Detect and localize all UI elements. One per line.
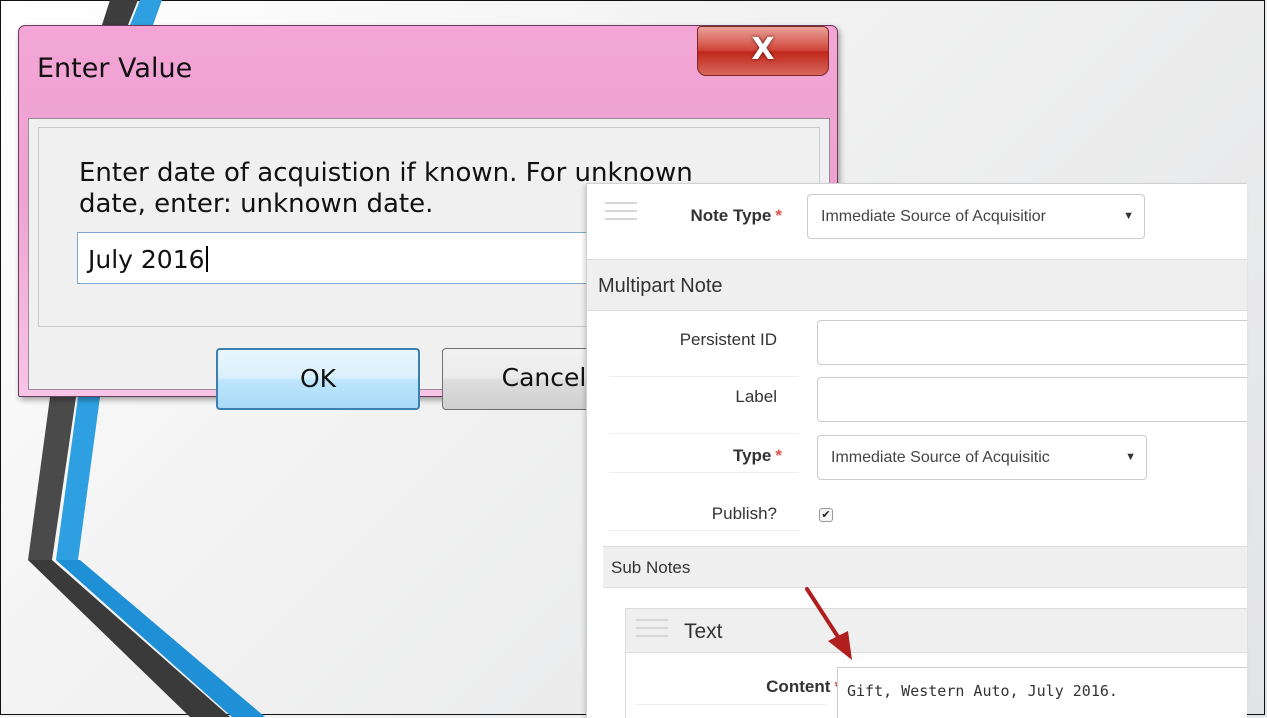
row-divider — [636, 704, 826, 705]
text-caret — [205, 246, 208, 272]
content-value: Gift, Western Auto, July 2016. — [847, 682, 1118, 700]
persistent-id-input[interactable] — [817, 320, 1247, 365]
note-type-value: Immediate Source of Acquisitior — [821, 208, 1046, 225]
required-star: * — [775, 206, 782, 225]
row-divider — [609, 433, 799, 434]
note-type-label: Note Type * — [690, 206, 782, 225]
row-divider — [609, 472, 799, 473]
ok-button[interactable]: OK — [216, 348, 420, 410]
content-textarea[interactable]: Gift, Western Auto, July 2016. — [837, 667, 1247, 718]
row-divider — [609, 376, 799, 377]
row-divider — [609, 530, 799, 531]
type-label: Type * — [732, 446, 782, 465]
dialog-title: Enter Value — [37, 53, 193, 84]
text-subnote-header: Text — [626, 609, 1247, 653]
sub-notes-header: Sub Notes — [603, 546, 1247, 588]
note-form-panel: Note Type * Immediate Source of Acquisiti… — [586, 183, 1247, 718]
persistent-id-label: Persistent ID — [679, 330, 777, 349]
value-input-text: July 2016 — [88, 245, 205, 274]
required-star: * — [775, 446, 782, 465]
label-field-label: Label — [735, 387, 777, 406]
type-value: Immediate Source of Acquisitic — [831, 449, 1050, 466]
multipart-note-header: Multipart Note — [587, 259, 1247, 311]
note-type-select[interactable]: Immediate Source of Acquisitior ▼ — [807, 194, 1145, 239]
close-icon: X — [751, 32, 775, 67]
checkmark-icon: ✔ — [821, 509, 831, 521]
chevron-down-icon: ▼ — [1123, 210, 1134, 222]
close-button[interactable]: X — [697, 26, 829, 76]
drag-handle-icon[interactable] — [605, 202, 637, 224]
type-select[interactable]: Immediate Source of Acquisitic ▼ — [817, 435, 1147, 480]
publish-label: Publish? — [711, 504, 777, 523]
label-input[interactable] — [817, 377, 1247, 422]
text-subnote-heading: Text — [684, 620, 723, 643]
sub-notes-heading: Sub Notes — [611, 558, 691, 577]
publish-checkbox[interactable]: ✔ — [819, 508, 833, 522]
multipart-note-heading: Multipart Note — [598, 275, 723, 297]
drag-handle-icon[interactable] — [636, 619, 668, 641]
content-label: Content* — [666, 677, 841, 697]
chevron-down-icon: ▼ — [1125, 451, 1136, 463]
